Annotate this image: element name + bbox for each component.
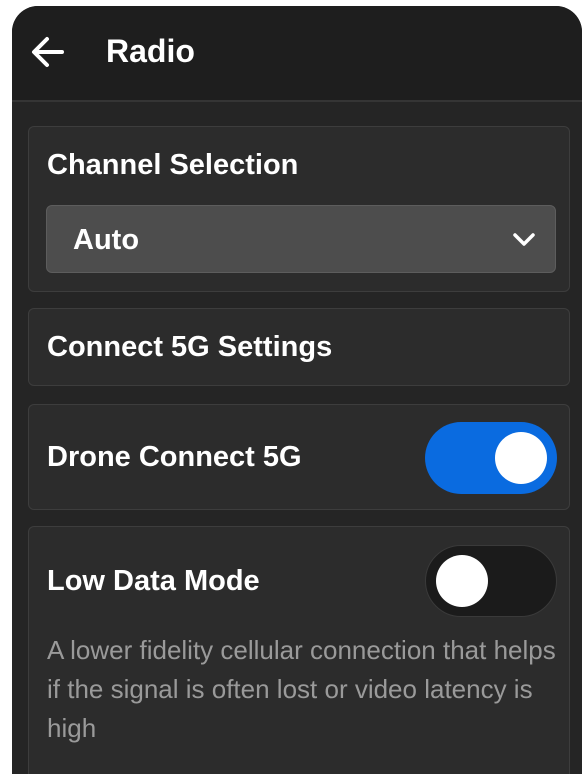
- low-data-mode-toggle[interactable]: [425, 545, 557, 617]
- channel-selection-dropdown[interactable]: Auto: [46, 205, 556, 273]
- toggle-knob: [495, 432, 547, 484]
- radio-settings-panel: Radio Channel Selection Auto Connect 5G …: [12, 6, 582, 774]
- header-bar: Radio: [12, 6, 582, 102]
- drone-connect-5g-card: Drone Connect 5G: [28, 404, 570, 510]
- drone-connect-5g-label: Drone Connect 5G: [47, 441, 302, 473]
- drone-connect-5g-toggle[interactable]: [425, 422, 557, 494]
- low-data-mode-card: Low Data Mode A lower fidelity cellular …: [28, 526, 570, 774]
- page-title: Radio: [106, 33, 195, 69]
- chevron-down-icon: [513, 233, 535, 246]
- back-button[interactable]: [26, 30, 70, 74]
- connect-5g-settings-row[interactable]: Connect 5G Settings: [28, 308, 570, 386]
- connect-5g-settings-label: Connect 5G Settings: [47, 331, 333, 363]
- channel-selection-card: Channel Selection Auto: [28, 126, 570, 292]
- arrow-left-icon: [32, 37, 64, 67]
- channel-selection-label: Channel Selection: [47, 149, 299, 181]
- low-data-mode-description: A lower fidelity cellular connection tha…: [47, 635, 556, 743]
- toggle-knob: [436, 555, 488, 607]
- low-data-mode-label: Low Data Mode: [47, 565, 260, 597]
- channel-selection-value: Auto: [73, 224, 140, 256]
